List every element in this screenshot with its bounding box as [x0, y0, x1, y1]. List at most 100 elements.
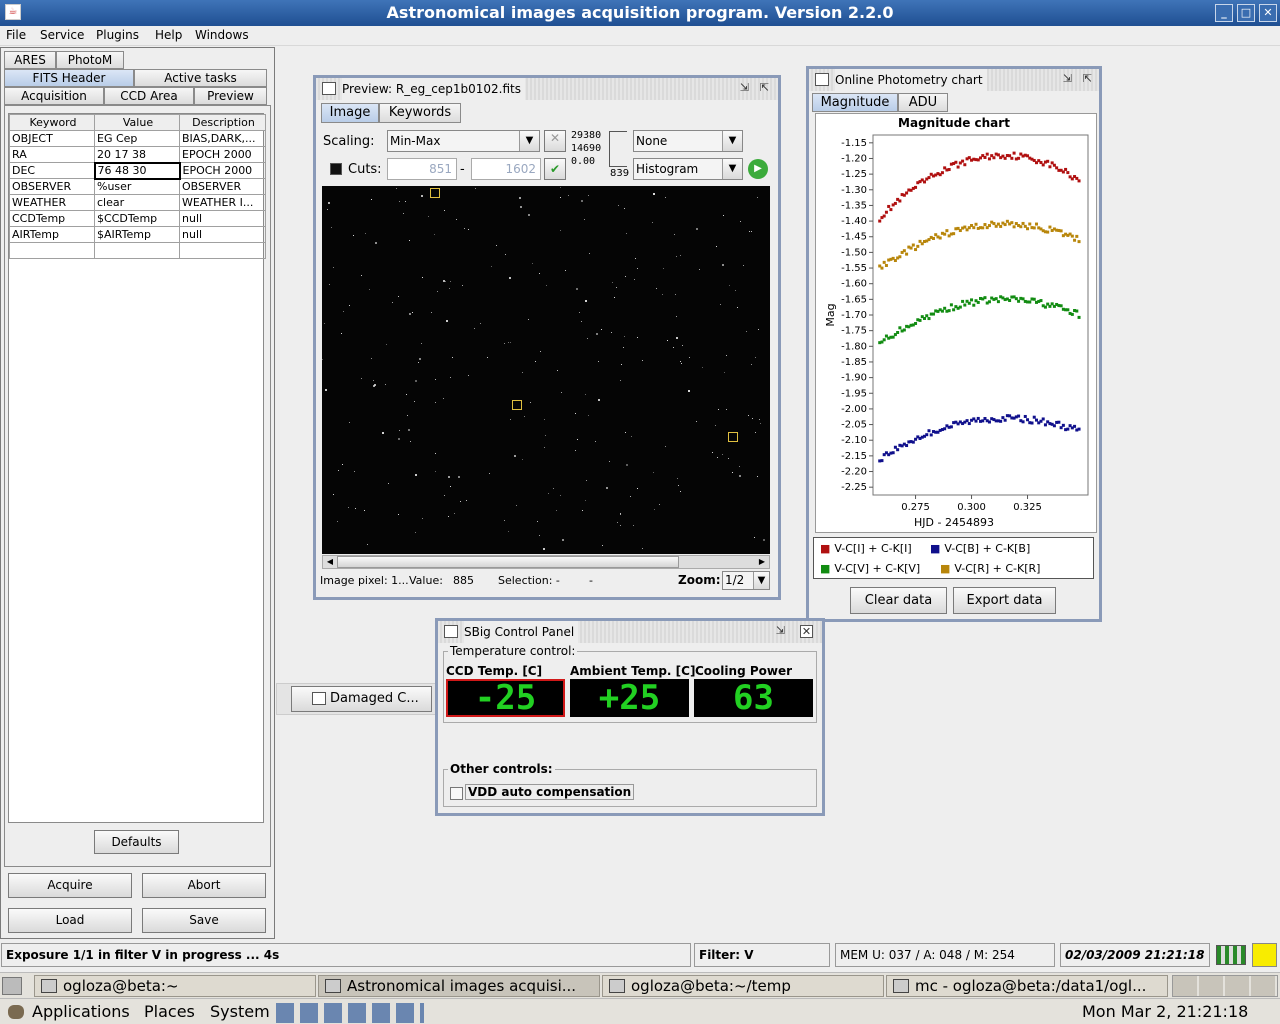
vdd-label[interactable]: VDD auto compensation	[465, 784, 635, 800]
horizontal-scrollbar[interactable]: ◀ ▶	[322, 555, 770, 569]
wand-icon[interactable]: ✕	[544, 130, 566, 152]
filter-select[interactable]: None ▼	[633, 130, 743, 152]
column-header-value[interactable]: Value	[94, 114, 180, 131]
export-data-button[interactable]: Export data	[953, 587, 1056, 614]
table-cell[interactable]: WEATHER	[9, 194, 95, 211]
tab-image[interactable]: Image	[321, 103, 379, 123]
clock[interactable]: Mon Mar 2, 21:21:18	[1082, 1002, 1248, 1021]
table-cell-editing[interactable]: 76 48 30	[93, 161, 181, 180]
table-cell[interactable]: DEC	[9, 162, 95, 179]
preview-title-bar[interactable]: Preview: R_eg_cep1b0102.fits ⇲ ⇱	[316, 78, 778, 100]
task-acquisition-program[interactable]: Astronomical images acquisi...	[318, 975, 600, 997]
menu-plugins[interactable]: Plugins	[96, 28, 139, 42]
menu-windows[interactable]: Windows	[195, 28, 249, 42]
load-button[interactable]: Load	[8, 908, 132, 933]
table-cell[interactable]: AIRTemp	[9, 226, 95, 243]
table-cell[interactable]: $CCDTemp	[94, 210, 180, 227]
table-cell[interactable]: CCDTemp	[9, 210, 95, 227]
histogram-select[interactable]: Histogram ▼	[633, 158, 743, 180]
menu-file[interactable]: File	[6, 28, 26, 42]
table-row-empty[interactable]	[9, 242, 266, 259]
chevron-down-icon[interactable]: ▼	[722, 159, 742, 179]
table-cell[interactable]: 20 17 38	[94, 146, 180, 163]
tab-ccd-area[interactable]: CCD Area	[104, 87, 194, 105]
applications-menu[interactable]: Applications	[32, 1002, 130, 1021]
star-marker[interactable]	[728, 432, 738, 442]
checkmark-icon[interactable]: ✔	[544, 158, 566, 180]
maximize-button[interactable]: □	[1237, 4, 1255, 22]
show-desktop-icon[interactable]	[2, 977, 22, 995]
chevron-down-icon[interactable]: ▼	[753, 572, 769, 589]
save-button[interactable]: Save	[142, 908, 266, 933]
table-cell[interactable]: OBSERVER	[9, 178, 95, 195]
abort-button[interactable]: Abort	[142, 873, 266, 898]
table-row[interactable]: DEC 76 48 30 EPOCH 2000	[9, 161, 266, 180]
damaged-frame-button[interactable]: Damaged C...	[291, 686, 432, 712]
cut-high-input[interactable]: 1602	[471, 158, 541, 180]
tab-fits-header[interactable]: FITS Header	[4, 69, 134, 87]
chevron-down-icon[interactable]: ▼	[519, 131, 539, 151]
task-terminal-temp[interactable]: ogloza@beta:~/temp	[602, 975, 884, 997]
defaults-button[interactable]: Defaults	[94, 830, 179, 854]
tab-preview[interactable]: Preview	[194, 87, 267, 105]
cuts-checkbox[interactable]	[330, 163, 342, 175]
column-header-keyword[interactable]: Keyword	[9, 114, 95, 131]
table-row[interactable]: AIRTemp $AIRTemp null	[9, 226, 266, 243]
tab-active-tasks[interactable]: Active tasks	[134, 69, 267, 87]
restore-icon[interactable]: ⇲	[1061, 73, 1074, 86]
tab-photom[interactable]: PhotoM	[56, 51, 124, 69]
menu-service[interactable]: Service	[40, 28, 84, 42]
fits-header-table[interactable]: Keyword Value Description OBJECT EG Cep BI…	[8, 113, 266, 823]
table-cell[interactable]: EPOCH 2000	[179, 146, 266, 163]
table-cell[interactable]: EPOCH 2000	[179, 162, 266, 179]
table-cell[interactable]: OBSERVER	[179, 178, 266, 195]
table-cell[interactable]: EG Cep	[94, 130, 180, 147]
star-marker[interactable]	[512, 400, 522, 410]
photometry-title-bar[interactable]: Online Photometry chart ⇲ ⇱	[809, 69, 1099, 91]
maximize-icon[interactable]: ⇱	[758, 82, 771, 95]
scaling-select[interactable]: Min-Max ▼	[387, 130, 540, 152]
column-header-description[interactable]: Description	[179, 114, 266, 131]
fits-image[interactable]	[322, 186, 770, 554]
tab-ares[interactable]: ARES	[4, 51, 56, 69]
close-button[interactable]: ✕	[1259, 4, 1277, 22]
tab-keywords[interactable]: Keywords	[379, 103, 461, 123]
tab-magnitude[interactable]: Magnitude	[812, 93, 898, 112]
restore-icon[interactable]: ⇲	[738, 82, 751, 95]
table-row[interactable]: CCDTemp $CCDTemp null	[9, 210, 266, 227]
table-cell[interactable]: null	[179, 210, 266, 227]
close-icon[interactable]: ✕	[800, 625, 813, 638]
cut-low-input[interactable]: 851	[387, 158, 457, 180]
system-menu[interactable]: System	[210, 1002, 270, 1021]
table-cell[interactable]: OBJECT	[9, 130, 95, 147]
table-cell[interactable]: %user	[94, 178, 180, 195]
places-menu[interactable]: Places	[144, 1002, 195, 1021]
table-cell[interactable]	[9, 242, 95, 259]
acquire-button[interactable]: Acquire	[8, 873, 132, 898]
launcher-icons[interactable]	[276, 1003, 424, 1023]
sbig-title-bar[interactable]: SBig Control Panel ⇲ ✕	[438, 621, 822, 643]
task-terminal-home[interactable]: ogloza@beta:~	[34, 975, 316, 997]
table-row[interactable]: WEATHER clear WEATHER I...	[9, 194, 266, 211]
table-row[interactable]: OBSERVER %user OBSERVER	[9, 178, 266, 195]
table-cell[interactable]	[179, 242, 266, 259]
table-cell[interactable]: clear	[94, 194, 180, 211]
restore-icon[interactable]: ⇲	[774, 625, 787, 638]
task-midnight-commander[interactable]: mc - ogloza@beta:/data1/ogl...	[886, 975, 1168, 997]
clear-data-button[interactable]: Clear data	[850, 587, 947, 614]
tab-acquisition[interactable]: Acquisition	[4, 87, 104, 105]
menu-help[interactable]: Help	[155, 28, 182, 42]
workspace-switcher[interactable]	[1172, 975, 1278, 997]
scroll-right-arrow[interactable]: ▶	[755, 556, 769, 568]
table-cell[interactable]: BIAS,DARK,...	[179, 130, 266, 147]
maximize-icon[interactable]: ⇱	[1081, 73, 1094, 86]
zoom-select[interactable]: 1/2 ▼	[722, 571, 770, 590]
table-cell[interactable]: null	[179, 226, 266, 243]
star-marker[interactable]	[430, 188, 440, 198]
vdd-checkbox[interactable]	[450, 787, 463, 800]
scroll-left-arrow[interactable]: ◀	[323, 556, 337, 568]
scroll-thumb[interactable]	[337, 556, 679, 568]
tab-adu[interactable]: ADU	[898, 93, 948, 112]
table-cell[interactable]: RA	[9, 146, 95, 163]
chevron-down-icon[interactable]: ▼	[722, 131, 742, 151]
